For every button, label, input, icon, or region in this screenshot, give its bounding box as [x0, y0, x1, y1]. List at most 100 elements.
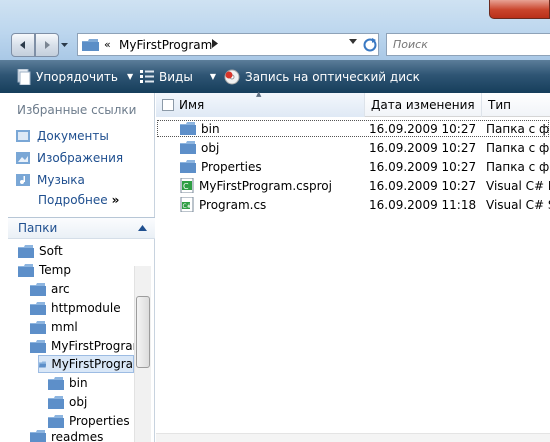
documents-icon [16, 130, 30, 142]
tree-item-temp[interactable]: Temp [18, 261, 71, 279]
file-name: Program.cs [199, 197, 267, 212]
tree-item-soft[interactable]: Soft [18, 242, 63, 260]
folders-title: Папки [18, 221, 58, 235]
file-row-obj[interactable]: obj 16.09.2009 10:27 Папка с фа [156, 138, 550, 157]
file-row-program-cs[interactable]: C# Program.cs 16.09.2009 11:18 Visual C#… [156, 195, 550, 214]
tree-item-myfirstprogram-selected[interactable]: MyFirstProgra [38, 355, 134, 373]
folder-icon [180, 141, 196, 154]
column-header-name[interactable]: ▲ Имя [156, 90, 365, 117]
search-input[interactable] [387, 34, 550, 55]
tree-item-readmes[interactable]: readmes [30, 430, 103, 442]
navigation-pane: Избранные ссылки Документы Изображения М… [0, 93, 155, 442]
window-close-button[interactable] [489, 0, 550, 19]
tree-item-arc[interactable]: arc [30, 280, 70, 298]
tree-item-myfirstprogram[interactable]: MyFirstProgram [30, 337, 144, 355]
folder-icon [30, 339, 46, 353]
file-name-cell: C MyFirstProgram.csproj [180, 176, 332, 195]
forward-button[interactable] [35, 33, 59, 57]
horizontal-scrollbar[interactable] [156, 433, 550, 442]
file-name: obj [201, 140, 220, 155]
address-bar[interactable]: « MyFirstProgram [77, 33, 379, 56]
column-header-type[interactable]: Тип [482, 93, 550, 117]
file-modified: 16.09.2009 10:27 [369, 159, 477, 174]
tree-item-label: readmes [51, 430, 104, 442]
file-type: Папка с фа [486, 121, 550, 136]
views-label: Виды [159, 69, 193, 84]
recent-pages-dropdown[interactable] [59, 33, 69, 57]
file-name: bin [201, 121, 220, 136]
tree-item-label: Properties [69, 414, 130, 428]
file-name-cell: bin [180, 119, 220, 138]
file-row-properties[interactable]: Properties 16.09.2009 10:27 Папка с фа [156, 157, 550, 176]
cs-file-icon: C# [180, 197, 194, 212]
tree-item-properties[interactable]: Properties [48, 412, 130, 430]
favorite-link-label: Музыка [37, 173, 85, 187]
file-list: ▲ Имя Дата изменения Тип bin 16.09.2009 … [156, 90, 550, 442]
favorite-link-music[interactable]: Музыка [15, 171, 85, 189]
file-row-csproj[interactable]: C MyFirstProgram.csproj 16.09.2009 10:27… [156, 176, 550, 195]
file-name: Properties [201, 159, 262, 174]
file-modified: 16.09.2009 10:27 [369, 121, 477, 136]
views-icon [140, 69, 154, 83]
folder-icon [30, 282, 46, 296]
breadcrumb-arrow-icon[interactable] [212, 39, 218, 48]
select-all-checkbox[interactable] [162, 99, 174, 111]
favorite-link-label: Изображения [37, 151, 124, 165]
column-headers: ▲ Имя Дата изменения Тип [156, 90, 550, 117]
sort-ascending-icon: ▲ [256, 90, 262, 98]
more-links-label: Подробнее [38, 193, 108, 207]
file-type: Папка с фа [486, 140, 550, 155]
chevron-down-icon [60, 42, 68, 47]
back-button[interactable] [11, 33, 35, 57]
folder-icon [30, 430, 46, 442]
burn-disc-icon [224, 69, 240, 84]
scrollbar-thumb[interactable] [136, 296, 150, 368]
more-links-button[interactable]: Подробнее» [38, 193, 119, 207]
svg-text:C: C [183, 182, 189, 191]
tree-item-label: MyFirstProgra [51, 357, 133, 371]
tree-item-httpmodule[interactable]: httpmodule [30, 299, 121, 317]
tree-item-label: Temp [39, 263, 71, 277]
tree-item-label: MyFirstProgram [51, 339, 145, 353]
csproj-icon: C [180, 178, 194, 193]
folder-icon [48, 414, 64, 428]
navigation-buttons [11, 33, 69, 57]
folder-icon [18, 244, 34, 258]
file-type: Visual C# Pr [486, 178, 550, 193]
tree-scrollbar[interactable] [134, 266, 151, 442]
tree-item-obj[interactable]: obj [48, 393, 87, 411]
file-row-bin[interactable]: bin 16.09.2009 10:27 Папка с фа [156, 119, 550, 138]
refresh-icon[interactable] [362, 37, 378, 53]
folder-icon [180, 122, 196, 135]
folders-header[interactable]: Папки [8, 217, 155, 239]
tree-item-label: obj [69, 395, 88, 409]
column-name-label: Имя [179, 98, 205, 112]
burn-disc-button[interactable]: Запись на оптический диск [224, 60, 420, 93]
search-box[interactable] [386, 33, 550, 56]
folder-icon [48, 376, 64, 390]
breadcrumb-current[interactable]: MyFirstProgram [119, 38, 212, 52]
more-links-chevron-icon: » [111, 193, 120, 207]
favorite-link-documents[interactable]: Документы [15, 127, 109, 145]
tree-item-bin[interactable]: bin [48, 374, 88, 392]
address-dropdown-icon[interactable] [349, 39, 357, 44]
address-toolbar: « MyFirstProgram [0, 0, 550, 60]
column-header-modified[interactable]: Дата изменения [365, 93, 482, 117]
tree-item-label: arc [51, 282, 70, 296]
forward-arrow-icon [45, 41, 50, 49]
folder-icon [30, 320, 46, 334]
favorite-links-title: Избранные ссылки [17, 103, 137, 117]
chevron-down-icon: ▼ [209, 72, 216, 81]
tree-item-mml[interactable]: mml [30, 318, 78, 336]
tree-item-label: httpmodule [51, 301, 121, 315]
file-modified: 16.09.2009 11:18 [369, 197, 477, 212]
organize-button[interactable]: Упорядочить ▼ [17, 60, 133, 93]
favorite-link-pictures[interactable]: Изображения [15, 149, 123, 167]
folder-icon [30, 301, 46, 315]
folder-icon [180, 160, 196, 173]
file-name: MyFirstProgram.csproj [199, 178, 332, 193]
breadcrumb-overflow[interactable]: « [104, 38, 111, 51]
favorite-link-label: Документы [37, 129, 109, 143]
views-button[interactable]: Виды ▼ [140, 60, 216, 93]
command-bar: Упорядочить ▼ Виды ▼ Запись на оптически… [0, 60, 550, 93]
